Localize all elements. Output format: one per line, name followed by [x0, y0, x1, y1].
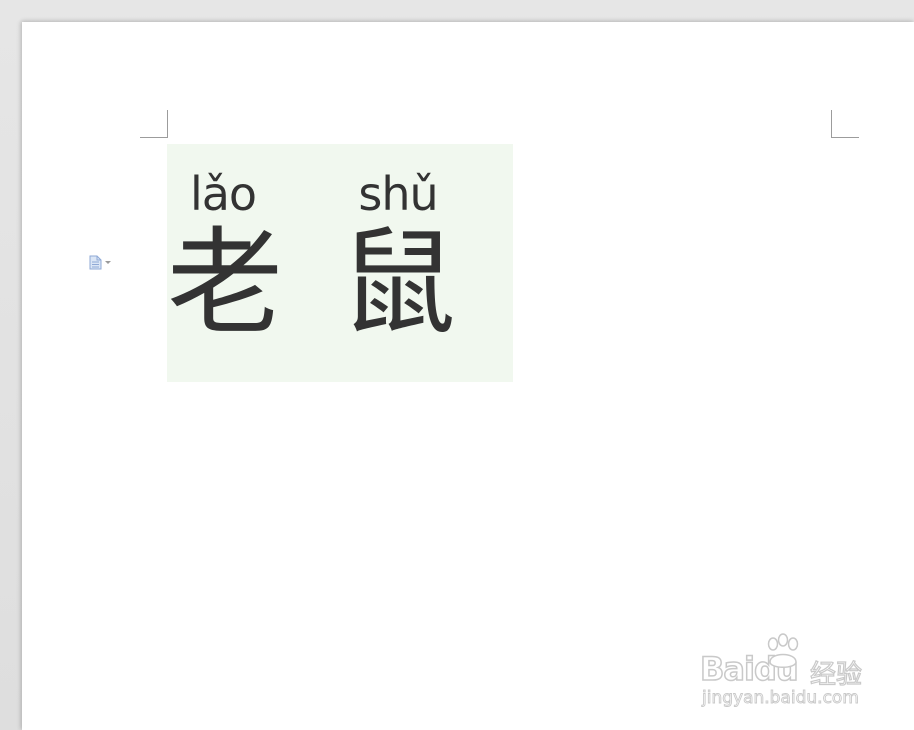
chinese-character: 老 — [167, 216, 283, 351]
watermark-suffix: 经验 — [809, 659, 863, 690]
document-workspace: lǎo 老 shǔ 鼠 Baidu 经验 jingyan.baidu.com — [0, 0, 914, 730]
paw-logo-icon — [767, 633, 799, 668]
document-page[interactable]: lǎo 老 shǔ 鼠 — [22, 22, 914, 730]
margin-corner-top-right — [831, 110, 859, 138]
chevron-down-icon — [105, 260, 111, 264]
chinese-character: 鼠 — [340, 216, 456, 351]
phonetic-guide-text[interactable]: lǎo 老 shǔ 鼠 — [167, 144, 513, 382]
watermark-url: jingyan.baidu.com — [702, 688, 860, 709]
margin-corner-top-left — [140, 110, 168, 138]
pinyin-annotation: shǔ — [358, 167, 438, 221]
paragraph-options-button[interactable] — [89, 253, 119, 271]
document-icon — [89, 255, 102, 269]
pinyin-annotation: lǎo — [189, 167, 257, 221]
baidu-jingyan-watermark: Baidu 经验 jingyan.baidu.com — [699, 632, 870, 712]
